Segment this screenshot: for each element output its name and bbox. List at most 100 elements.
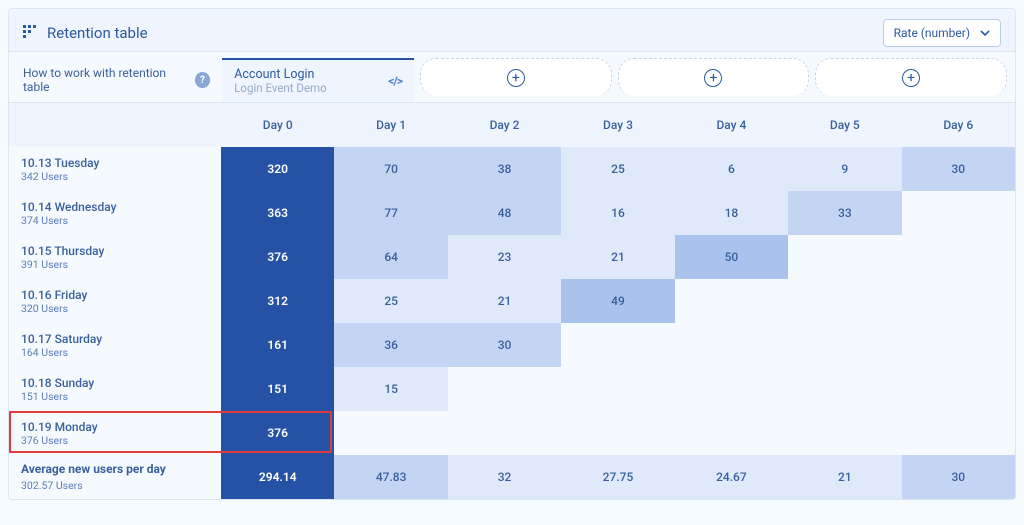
row-users: 302.57 Users [21,479,209,492]
cell [675,323,788,367]
col-header: Day 2 [448,103,561,147]
tab-subtitle: Login Event Demo [234,82,326,96]
howto-link[interactable]: How to work with retention table ? [17,58,216,102]
cell [675,279,788,323]
rowhead: 10.16 Friday320 Users [9,279,221,323]
row-date: 10.16 Friday [21,288,209,302]
rowhead: 10.14 Wednesday374 Users [9,191,221,235]
cell: 320 [221,147,334,191]
table-row: 10.16 Friday320 Users312252149 [9,279,1015,323]
cell: 161 [221,323,334,367]
cell: 15 [334,367,447,411]
row-users: 391 Users [21,258,209,271]
cell [675,367,788,411]
rate-select[interactable]: Rate (number) [883,19,1001,47]
add-tab-2[interactable]: + [618,58,810,96]
retention-table-card: Retention table Rate (number) How to wor… [8,8,1016,500]
plus-icon: + [507,69,525,87]
table-wrap: Day 0 Day 1 Day 2 Day 3 Day 4 Day 5 Day … [9,103,1015,499]
cell [902,367,1015,411]
cell: 376 [221,235,334,279]
row-date: 10.18 Sunday [21,376,209,390]
cell: 151 [221,367,334,411]
row-date: 10.14 Wednesday [21,200,209,214]
row-users: 320 Users [21,302,209,315]
retention-table: Day 0 Day 1 Day 2 Day 3 Day 4 Day 5 Day … [9,103,1015,499]
cell [902,323,1015,367]
page-title: Retention table [47,24,148,42]
table-row: 10.13 Tuesday342 Users3207038256930 [9,147,1015,191]
add-tab-1[interactable]: + [420,58,612,96]
summary-row: Average new users per day 302.57 Users 294… [9,455,1015,499]
cell: 23 [448,235,561,279]
tab-account-login[interactable]: Account Login Login Event Demo </> [222,58,414,102]
rowhead: 10.18 Sunday151 Users [9,367,221,411]
cell: 21 [448,279,561,323]
code-icon: </> [388,74,402,88]
table-row: 10.15 Thursday391 Users37664232150 [9,235,1015,279]
cell: 77 [334,191,447,235]
cell: 18 [675,191,788,235]
cell: 32 [448,455,561,499]
cell [561,323,674,367]
table-row: 10.18 Sunday151 Users15115 [9,367,1015,411]
chevron-down-icon [980,28,990,38]
rowhead: 10.15 Thursday391 Users [9,235,221,279]
rowhead: 10.19 Monday376 Users [9,411,221,455]
row-users: 164 Users [21,346,209,359]
row-users: 376 Users [21,434,209,447]
col-header: Day 0 [221,103,334,147]
row-date: 10.15 Thursday [21,244,209,258]
cell [902,411,1015,455]
cell [675,411,788,455]
row-date: 10.19 Monday [21,420,209,434]
cell: 9 [788,147,901,191]
add-tab-3[interactable]: + [815,58,1007,96]
rowhead: 10.17 Saturday164 Users [9,323,221,367]
row-date: Average new users per day [21,462,209,476]
row-users: 374 Users [21,214,209,227]
cell [788,279,901,323]
cell: 30 [448,323,561,367]
col-header: Day 6 [902,103,1015,147]
cell: 363 [221,191,334,235]
cell: 47.83 [334,455,447,499]
cell: 48 [448,191,561,235]
help-icon: ? [195,72,210,88]
cell [561,367,674,411]
cell: 38 [448,147,561,191]
tabstrip: How to work with retention table ? Accou… [9,51,1015,103]
row-date: 10.13 Tuesday [21,156,209,170]
col-header: Day 1 [334,103,447,147]
cell: 25 [561,147,674,191]
tab-title: Account Login [234,67,326,82]
cell [902,235,1015,279]
cell: 21 [788,455,901,499]
header: Retention table Rate (number) [9,9,1015,51]
cell [448,411,561,455]
cell [561,411,674,455]
row-users: 151 Users [21,390,209,403]
retention-icon [23,25,39,41]
row-date: 10.17 Saturday [21,332,209,346]
cell: 50 [675,235,788,279]
cell [788,367,901,411]
cell: 312 [221,279,334,323]
col-header: Day 5 [788,103,901,147]
cell: 6 [675,147,788,191]
cell: 25 [334,279,447,323]
cell [902,191,1015,235]
header-row: Day 0 Day 1 Day 2 Day 3 Day 4 Day 5 Day … [9,103,1015,147]
cell [448,367,561,411]
cell: 27.75 [561,455,674,499]
cell: 70 [334,147,447,191]
rowhead: 10.13 Tuesday342 Users [9,147,221,191]
cell [902,279,1015,323]
cell [788,323,901,367]
cell: 64 [334,235,447,279]
plus-icon: + [902,69,920,87]
cell: 16 [561,191,674,235]
rate-select-label: Rate (number) [894,26,970,40]
cell: 294.14 [221,455,334,499]
table-row: 10.19 Monday376 Users376 [9,411,1015,455]
